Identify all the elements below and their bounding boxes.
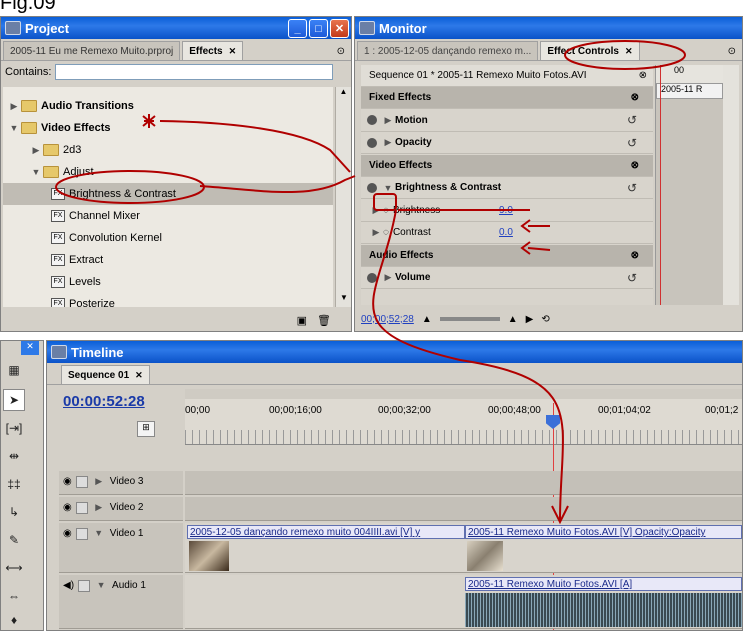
annotation-arrow-brightness	[520, 219, 550, 233]
annotation-arrow-contrast	[520, 241, 551, 255]
annotation-circle-effect-controls	[564, 40, 686, 70]
annotation-arrow-video-effects	[159, 120, 351, 173]
annotation-box-triangle	[373, 193, 397, 211]
annotation-arrow-drag	[199, 175, 356, 194]
annotation-circle-brightness	[55, 170, 205, 204]
annotation-overlay	[55, 40, 686, 525]
annotation-arrow-to-timeline	[372, 209, 564, 521]
annotation-star	[142, 114, 156, 128]
